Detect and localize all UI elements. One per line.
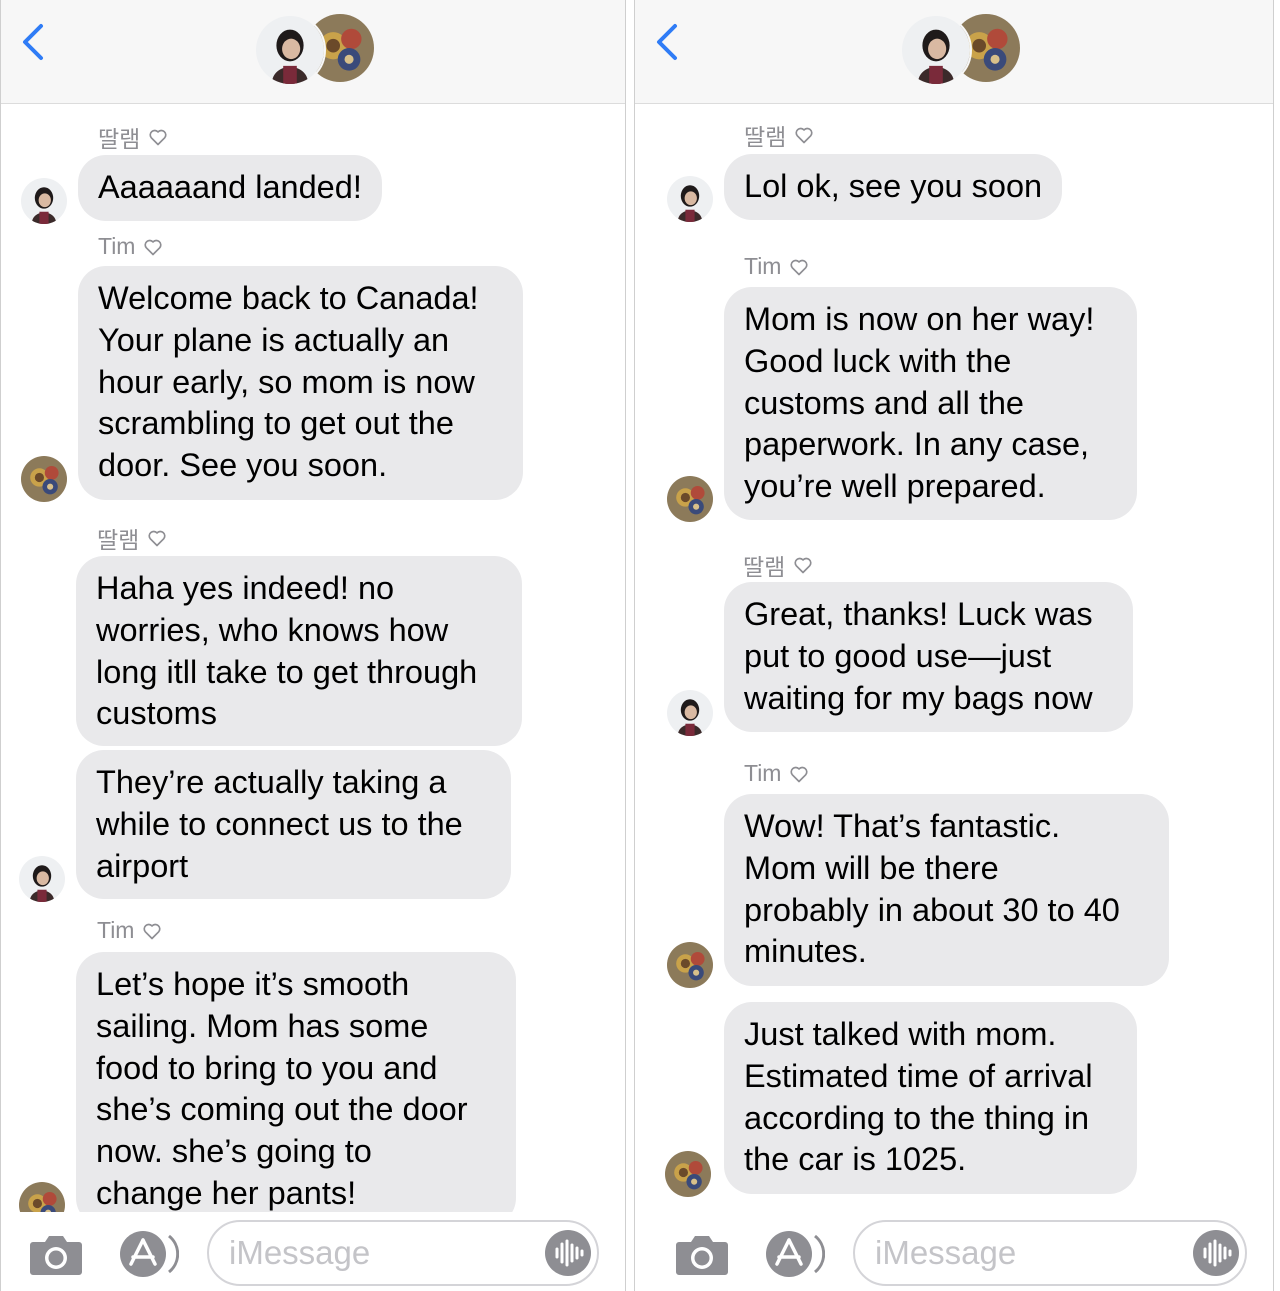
sender-name: Tim [97,917,135,943]
app-store-icon[interactable] [763,1230,825,1278]
group-avatars[interactable] [254,14,374,86]
chevron-left-icon[interactable] [653,22,679,62]
message-bubble[interactable]: Let’s hope it’s smooth sailing. Mom has … [76,952,516,1226]
message-bubble[interactable]: Haha yes indeed! no worries, who knows h… [76,556,522,746]
message-input-placeholder: iMessage [229,1234,371,1271]
message-bubble[interactable]: Wow! That’s fantastic. Mom will be there… [724,794,1169,986]
message-bubble[interactable]: Mom is now on her way! Good luck with th… [724,287,1137,520]
sender-label: Tim [98,233,163,260]
conversation-panel-left: 딸램 Aaaaaand landed! Tim Welcome back to … [0,0,626,1291]
avatar-daughter[interactable] [667,176,713,222]
avatar-tim[interactable] [21,456,67,502]
camera-icon[interactable] [675,1232,729,1276]
avatar-tim[interactable] [667,476,713,522]
avatar-daughter[interactable] [19,856,65,902]
sender-label: 딸램 [743,548,813,582]
composer-bar: iMessage [1,1212,625,1291]
chevron-left-icon[interactable] [19,22,45,62]
sender-name: 딸램 [743,554,786,580]
message-bubble[interactable]: Lol ok, see you soon [724,154,1063,220]
avatar-daughter[interactable] [21,178,67,224]
sender-name: 딸램 [744,124,787,150]
sender-name: Tim [98,233,136,259]
sender-name: 딸램 [98,126,141,152]
sender-name: Tim [744,253,782,279]
message-bubble[interactable]: Welcome back to Canada! Your plane is ac… [78,266,523,500]
sender-label: Tim [744,253,809,280]
avatar-daughter[interactable] [667,690,713,736]
message-bubble[interactable]: Aaaaaand landed! [78,155,382,221]
message-bubble[interactable]: Just talked with mom. Estimated time of … [724,1002,1137,1194]
sender-label: 딸램 [97,521,167,555]
message-bubble[interactable]: They’re actually taking a while to conne… [76,750,511,899]
sender-name: Tim [744,760,782,786]
message-input[interactable]: iMessage [207,1220,599,1286]
app-store-icon[interactable] [117,1230,179,1278]
avatar-daughter [900,14,972,86]
heart-outline-icon [790,259,809,275]
group-avatars[interactable] [900,14,1020,86]
avatar-tim[interactable] [665,1151,711,1197]
heart-outline-icon [790,766,809,782]
heart-outline-icon [149,129,167,146]
heart-outline-icon [794,557,812,574]
avatar-tim[interactable] [667,942,713,988]
conversation-header [635,0,1273,104]
heart-outline-icon [148,530,166,547]
waveform-icon[interactable] [1193,1230,1239,1276]
conversation-panel-right: 딸램 Lol ok, see you soon Tim Mom is now o… [634,0,1274,1291]
sender-label: 딸램 [98,120,168,154]
message-bubble[interactable]: Great, thanks! Luck was put to good use—… [724,582,1133,732]
sender-label: 딸램 [744,118,814,152]
sender-label: Tim [744,760,809,787]
waveform-icon[interactable] [545,1230,591,1276]
avatar-daughter [254,14,326,86]
composer-bar: iMessage [635,1212,1273,1291]
heart-outline-icon [795,127,813,144]
heart-outline-icon [144,239,163,255]
message-input-placeholder: iMessage [875,1234,1017,1271]
camera-icon[interactable] [29,1232,83,1276]
sender-label: Tim [97,917,162,944]
sender-name: 딸램 [97,527,140,553]
heart-outline-icon [143,923,162,939]
conversation-header [1,0,625,104]
message-input[interactable]: iMessage [853,1220,1247,1286]
